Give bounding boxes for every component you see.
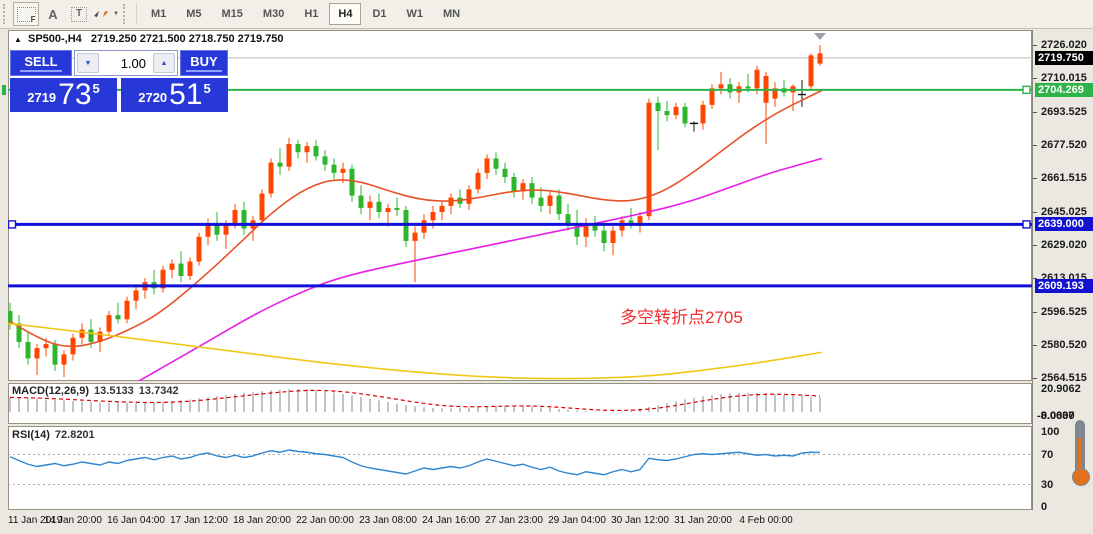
level-line-left-marker <box>2 85 6 95</box>
trade-panel: SELL ▼ 1.00 ▲ BUY 2719735 2720515 <box>10 50 228 112</box>
price-axis-tick: 2596.525 <box>1041 306 1087 318</box>
timeframe-button-m30[interactable]: M30 <box>254 3 293 25</box>
template-grid-icon: F <box>17 7 36 22</box>
timeframe-button-d1[interactable]: D1 <box>363 3 395 25</box>
sell-price-big: 73 <box>58 80 91 110</box>
ohlc-values: 2719.250 2721.500 2718.750 2719.750 <box>91 33 284 45</box>
chart-annotation: 多空转折点2705 <box>620 303 743 328</box>
price-axis-tick: 2693.525 <box>1041 106 1087 118</box>
timeframe-button-w1[interactable]: W1 <box>398 3 433 25</box>
collapse-icon: ▲ <box>14 35 22 44</box>
timeframe-button-h1[interactable]: H1 <box>295 3 327 25</box>
timeframe-button-mn[interactable]: MN <box>434 3 469 25</box>
macd-label: MACD(12,26,9) 13.5133 13.7342 <box>12 385 179 397</box>
line-anchor[interactable] <box>9 221 16 228</box>
price-axis-tickmark <box>1033 178 1037 179</box>
sell-price-display[interactable]: 2719735 <box>10 78 117 112</box>
volume-stepper: ▼ 1.00 ▲ <box>74 50 178 76</box>
price-axis-tickmark <box>1033 245 1037 246</box>
rsi-name: RSI(14) <box>12 429 50 441</box>
toolbar-separator <box>136 3 137 25</box>
sell-price-prefix: 2719 <box>27 90 56 105</box>
volume-decrease-button[interactable]: ▼ <box>77 53 99 73</box>
terminal-window: F A T ▼ M1M5M15M30H1H4D1W1MN ▲ SP500-,H4… <box>0 0 1093 534</box>
macd-axis-top: 20.9062 <box>1041 383 1081 395</box>
sell-price-sup: 5 <box>93 81 100 96</box>
text-label-button[interactable]: A <box>41 3 65 25</box>
price-tag: 2719.750 <box>1035 51 1093 65</box>
toolbar: F A T ▼ M1M5M15M30H1H4D1W1MN <box>0 0 1093 29</box>
macd-signal-value: 13.7342 <box>139 385 179 397</box>
chart-title: ▲ SP500-,H4 2719.250 2721.500 2718.750 2… <box>14 33 284 45</box>
volume-increase-button[interactable]: ▲ <box>153 53 175 73</box>
timeframe-group: M1M5M15M30H1H4D1W1MN <box>141 3 470 25</box>
macd-name: MACD(12,26,9) <box>12 385 89 397</box>
scroll-to-end-icon[interactable] <box>814 33 826 40</box>
triangle-down-icon: ▼ <box>85 60 92 67</box>
macd-main-value: 13.5133 <box>94 385 134 397</box>
triangle-up-icon: ▲ <box>161 60 168 67</box>
timeframe-button-m5[interactable]: M5 <box>177 3 210 25</box>
rsi-value: 72.8201 <box>55 429 95 441</box>
volume-input[interactable]: 1.00 <box>101 51 151 75</box>
buy-price-sup: 5 <box>204 81 211 96</box>
buy-price-big: 51 <box>169 80 202 110</box>
buy-price-display[interactable]: 2720515 <box>121 78 228 112</box>
price-axis-tickmark <box>1033 345 1037 346</box>
price-axis-tickmark <box>1033 145 1037 146</box>
rsi-line <box>10 450 820 475</box>
rsi-chart[interactable] <box>8 426 1032 510</box>
date-axis[interactable]: 11 Jan 201914 Jan 20:0016 Jan 04:0017 Ja… <box>8 511 1032 533</box>
price-tag: 2609.193 <box>1035 279 1093 293</box>
text-label-icon: A <box>48 7 57 22</box>
price-axis-tickmark <box>1033 112 1037 113</box>
rsi-axis-tick: 100 <box>1041 426 1059 438</box>
sell-button[interactable]: SELL <box>10 50 72 76</box>
rsi-axis-tick: 30 <box>1041 479 1053 491</box>
line-anchor[interactable] <box>1023 86 1030 93</box>
buy-button[interactable]: BUY <box>180 50 228 76</box>
price-axis-tickmark <box>1033 312 1037 313</box>
price-axis-tickmark <box>1033 45 1037 46</box>
price-axis-tick: 2661.515 <box>1041 172 1087 184</box>
rsi-axis-tick: 0 <box>1041 501 1047 513</box>
price-axis-tick: 2677.520 <box>1041 139 1087 151</box>
price-tag: 2704.269 <box>1035 83 1093 97</box>
price-axis-tickmark <box>1033 78 1037 79</box>
timeframe-button-m15[interactable]: M15 <box>213 3 252 25</box>
ma-slow-line <box>8 323 822 378</box>
buy-price-prefix: 2720 <box>138 90 167 105</box>
text-box-button[interactable]: T <box>67 3 91 25</box>
symbol-label: SP500-,H4 <box>28 33 82 45</box>
draw-arrows-icon <box>93 7 109 21</box>
line-anchor[interactable] <box>1023 221 1030 228</box>
macd-axis-bottom: -8.0637 <box>1037 410 1074 422</box>
text-box-icon: T <box>71 7 87 22</box>
price-axis-tickmark <box>1033 378 1037 379</box>
date-axis-label: 4 Feb 00:00 <box>726 515 806 526</box>
timeframe-button-m1[interactable]: M1 <box>142 3 175 25</box>
sell-button-label: SELL <box>20 54 61 72</box>
thermometer-bulb <box>1072 468 1090 486</box>
price-axis-tick: 2580.520 <box>1041 339 1087 351</box>
price-axis-tick: 2629.020 <box>1041 239 1087 251</box>
toolbar-grip[interactable] <box>123 4 129 24</box>
dropdown-caret-icon: ▼ <box>113 11 119 17</box>
rsi-axis-tick: 70 <box>1041 449 1053 461</box>
price-axis-tickmark <box>1033 212 1037 213</box>
price-axis-tick: 2645.025 <box>1041 206 1087 218</box>
draw-arrows-button[interactable]: ▼ <box>93 3 119 25</box>
buy-button-label: BUY <box>186 54 221 72</box>
price-axis-tick: 2726.020 <box>1041 39 1087 51</box>
rsi-label: RSI(14) 72.8201 <box>12 429 95 441</box>
price-tag: 2639.000 <box>1035 217 1093 231</box>
thermometer-icon <box>1070 420 1090 490</box>
timeframe-button-h4[interactable]: H4 <box>329 3 361 25</box>
toolbar-grip[interactable] <box>3 4 9 24</box>
template-grid-button[interactable]: F <box>13 2 39 26</box>
